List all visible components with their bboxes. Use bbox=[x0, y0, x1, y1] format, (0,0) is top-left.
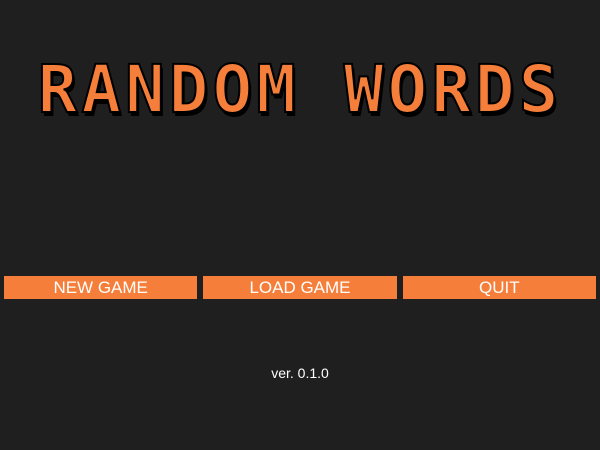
main-menu: NEW GAME LOAD GAME QUIT bbox=[4, 276, 596, 299]
new-game-button[interactable]: NEW GAME bbox=[4, 276, 198, 299]
game-title-text: RANDOM WORDS bbox=[38, 51, 563, 128]
game-title: RANDOM WORDS RANDOM WORDS bbox=[0, 0, 600, 140]
game-title-logo: RANDOM WORDS RANDOM WORDS bbox=[37, 50, 563, 132]
quit-button[interactable]: QUIT bbox=[402, 276, 596, 299]
load-game-button[interactable]: LOAD GAME bbox=[203, 276, 397, 299]
version-label: ver. 0.1.0 bbox=[271, 365, 329, 381]
